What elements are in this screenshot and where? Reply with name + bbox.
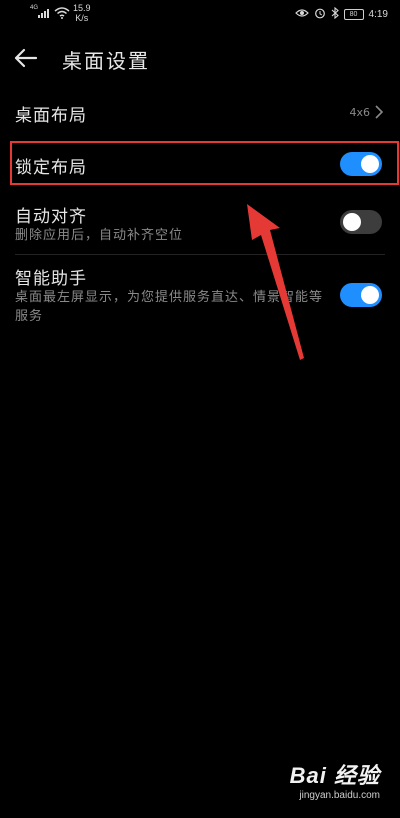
eye-icon <box>294 8 309 21</box>
watermark-logo: Bai 经验 <box>289 763 380 788</box>
desktop-layout-value: 4x6 <box>349 106 370 119</box>
network-type: 4G <box>30 5 39 11</box>
desktop-layout-label: 桌面布局 <box>15 106 87 126</box>
smart-assistant-label: 智能助手 <box>15 269 87 289</box>
status-right: 80 4:19 <box>294 6 388 22</box>
auto-align-toggle[interactable] <box>340 210 382 234</box>
chevron-right-icon <box>374 104 384 124</box>
page-title: 桌面设置 <box>62 49 150 73</box>
battery-level: 80 <box>349 11 358 18</box>
divider <box>15 254 385 255</box>
wifi-icon <box>54 7 70 22</box>
setting-desktop-layout[interactable]: 桌面布局 4x6 <box>0 86 400 140</box>
highlight-box <box>10 141 399 185</box>
speed-unit: K/s <box>75 13 89 23</box>
toggle-knob <box>361 286 379 304</box>
setting-smart-assistant[interactable]: 智能助手 桌面最左屏显示，为您提供服务直达、情景智能等服务 <box>0 258 400 334</box>
status-bar: 4G 15.9 K/s 80 4:19 <box>0 0 400 30</box>
battery-icon: 80 <box>343 9 364 20</box>
watermark-url: jingyan.baidu.com <box>299 790 380 801</box>
toggle-knob <box>343 213 361 231</box>
clock: 4:19 <box>368 9 388 20</box>
back-button[interactable] <box>10 42 42 74</box>
arrow-left-icon <box>10 48 42 78</box>
screen: 4G 15.9 K/s 80 4:19 桌面设置 桌面布局 4x6 锁定布局 自… <box>0 0 400 818</box>
bluetooth-icon <box>331 6 339 22</box>
watermark: Bai 经验 jingyan.baidu.com <box>260 758 380 804</box>
setting-auto-align[interactable]: 自动对齐 删除应用后，自动补齐空位 <box>0 196 400 254</box>
alarm-icon <box>314 7 326 22</box>
network-speed: 15.9 K/s <box>73 3 91 23</box>
signal-icon <box>38 8 52 21</box>
smart-assistant-toggle[interactable] <box>340 283 382 307</box>
speed-value: 15.9 <box>73 3 91 13</box>
annotation-arrow <box>230 200 320 369</box>
auto-align-label: 自动对齐 <box>15 207 87 227</box>
app-header: 桌面设置 <box>0 30 400 86</box>
